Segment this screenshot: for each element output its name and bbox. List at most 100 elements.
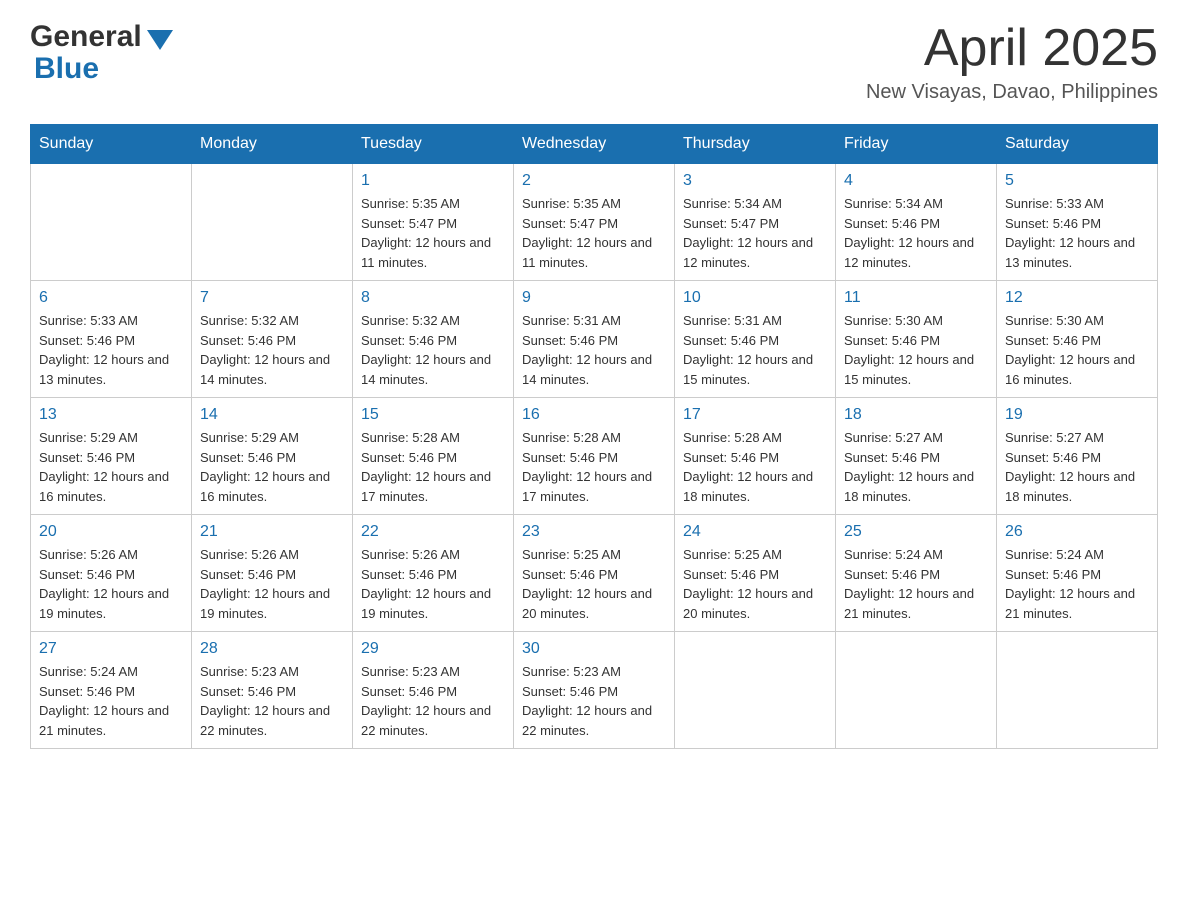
day-info: Sunrise: 5:24 AMSunset: 5:46 PMDaylight:… <box>1005 545 1149 623</box>
day-number: 7 <box>200 289 344 307</box>
day-number: 16 <box>522 406 666 424</box>
day-number: 20 <box>39 523 183 541</box>
calendar-cell: 15 Sunrise: 5:28 AMSunset: 5:46 PMDayligh… <box>353 398 514 515</box>
day-number: 27 <box>39 640 183 658</box>
day-info: Sunrise: 5:28 AMSunset: 5:46 PMDaylight:… <box>522 428 666 506</box>
day-info: Sunrise: 5:35 AMSunset: 5:47 PMDaylight:… <box>522 194 666 272</box>
day-number: 11 <box>844 289 988 307</box>
day-info: Sunrise: 5:34 AMSunset: 5:46 PMDaylight:… <box>844 194 988 272</box>
calendar-cell: 16 Sunrise: 5:28 AMSunset: 5:46 PMDayligh… <box>514 398 675 515</box>
calendar-cell: 20 Sunrise: 5:26 AMSunset: 5:46 PMDayligh… <box>31 515 192 632</box>
header-friday: Friday <box>836 125 997 164</box>
calendar-cell: 24 Sunrise: 5:25 AMSunset: 5:46 PMDayligh… <box>675 515 836 632</box>
calendar-cell: 17 Sunrise: 5:28 AMSunset: 5:46 PMDayligh… <box>675 398 836 515</box>
calendar-cell: 18 Sunrise: 5:27 AMSunset: 5:46 PMDayligh… <box>836 398 997 515</box>
calendar-cell: 10 Sunrise: 5:31 AMSunset: 5:46 PMDayligh… <box>675 281 836 398</box>
header-monday: Monday <box>192 125 353 164</box>
calendar-cell: 7 Sunrise: 5:32 AMSunset: 5:46 PMDaylight… <box>192 281 353 398</box>
day-number: 21 <box>200 523 344 541</box>
calendar-cell <box>997 632 1158 749</box>
day-number: 23 <box>522 523 666 541</box>
day-info: Sunrise: 5:23 AMSunset: 5:46 PMDaylight:… <box>361 662 505 740</box>
calendar-cell: 26Sunrise: 5:24 AMSunset: 5:46 PMDayligh… <box>997 515 1158 632</box>
day-number: 2 <box>522 172 666 190</box>
logo-triangle <box>147 30 173 50</box>
day-number: 30 <box>522 640 666 658</box>
day-number: 18 <box>844 406 988 424</box>
logo-blue-line: Blue <box>34 52 99 86</box>
day-info: Sunrise: 5:27 AMSunset: 5:46 PMDaylight:… <box>844 428 988 506</box>
calendar-cell: 13Sunrise: 5:29 AMSunset: 5:46 PMDayligh… <box>31 398 192 515</box>
header-wednesday: Wednesday <box>514 125 675 164</box>
logo-general-text: General <box>30 20 142 54</box>
title-section: April 2025 New Visayas, Davao, Philippin… <box>866 20 1158 104</box>
day-number: 22 <box>361 523 505 541</box>
calendar-cell: 29 Sunrise: 5:23 AMSunset: 5:46 PMDayligh… <box>353 632 514 749</box>
day-number: 3 <box>683 172 827 190</box>
day-info: Sunrise: 5:28 AMSunset: 5:46 PMDaylight:… <box>361 428 505 506</box>
day-info: Sunrise: 5:26 AMSunset: 5:46 PMDaylight:… <box>39 545 183 623</box>
day-number: 9 <box>522 289 666 307</box>
week-row-4: 20 Sunrise: 5:26 AMSunset: 5:46 PMDayligh… <box>31 515 1158 632</box>
header-thursday: Thursday <box>675 125 836 164</box>
week-row-5: 27 Sunrise: 5:24 AMSunset: 5:46 PMDayligh… <box>31 632 1158 749</box>
calendar-cell <box>192 164 353 281</box>
calendar-cell: 22 Sunrise: 5:26 AMSunset: 5:46 PMDayligh… <box>353 515 514 632</box>
day-number: 25 <box>844 523 988 541</box>
day-info: Sunrise: 5:29 AMSunset: 5:46 PMDaylight:… <box>200 428 344 506</box>
day-info: Sunrise: 5:25 AMSunset: 5:46 PMDaylight:… <box>683 545 827 623</box>
day-number: 29 <box>361 640 505 658</box>
header-sunday: Sunday <box>31 125 192 164</box>
header-tuesday: Tuesday <box>353 125 514 164</box>
header-saturday: Saturday <box>997 125 1158 164</box>
day-number: 12 <box>1005 289 1149 307</box>
day-info: Sunrise: 5:31 AMSunset: 5:46 PMDaylight:… <box>683 311 827 389</box>
day-info: Sunrise: 5:26 AMSunset: 5:46 PMDaylight:… <box>200 545 344 623</box>
calendar-cell: 3 Sunrise: 5:34 AMSunset: 5:47 PMDaylight… <box>675 164 836 281</box>
day-info: Sunrise: 5:35 AMSunset: 5:47 PMDaylight:… <box>361 194 505 272</box>
page-header: General Blue April 2025 New Visayas, Dav… <box>30 20 1158 104</box>
day-info: Sunrise: 5:28 AMSunset: 5:46 PMDaylight:… <box>683 428 827 506</box>
day-info: Sunrise: 5:32 AMSunset: 5:46 PMDaylight:… <box>200 311 344 389</box>
calendar-cell: 21 Sunrise: 5:26 AMSunset: 5:46 PMDayligh… <box>192 515 353 632</box>
calendar-cell <box>31 164 192 281</box>
day-info: Sunrise: 5:30 AMSunset: 5:46 PMDaylight:… <box>1005 311 1149 389</box>
day-info: Sunrise: 5:33 AMSunset: 5:46 PMDaylight:… <box>1005 194 1149 272</box>
calendar-cell: 14 Sunrise: 5:29 AMSunset: 5:46 PMDayligh… <box>192 398 353 515</box>
calendar-cell: 6Sunrise: 5:33 AMSunset: 5:46 PMDaylight… <box>31 281 192 398</box>
day-info: Sunrise: 5:25 AMSunset: 5:46 PMDaylight:… <box>522 545 666 623</box>
calendar-cell: 30 Sunrise: 5:23 AMSunset: 5:46 PMDayligh… <box>514 632 675 749</box>
day-number: 28 <box>200 640 344 658</box>
day-number: 14 <box>200 406 344 424</box>
calendar-cell: 8Sunrise: 5:32 AMSunset: 5:46 PMDaylight… <box>353 281 514 398</box>
day-info: Sunrise: 5:32 AMSunset: 5:46 PMDaylight:… <box>361 311 505 389</box>
day-info: Sunrise: 5:24 AMSunset: 5:46 PMDaylight:… <box>844 545 988 623</box>
week-row-1: 1Sunrise: 5:35 AMSunset: 5:47 PMDaylight… <box>31 164 1158 281</box>
day-info: Sunrise: 5:26 AMSunset: 5:46 PMDaylight:… <box>361 545 505 623</box>
calendar-cell: 28 Sunrise: 5:23 AMSunset: 5:46 PMDayligh… <box>192 632 353 749</box>
calendar-cell: 1Sunrise: 5:35 AMSunset: 5:47 PMDaylight… <box>353 164 514 281</box>
day-info: Sunrise: 5:34 AMSunset: 5:47 PMDaylight:… <box>683 194 827 272</box>
calendar-cell: 25 Sunrise: 5:24 AMSunset: 5:46 PMDayligh… <box>836 515 997 632</box>
logo-blue-text: Blue <box>34 52 99 85</box>
calendar-cell: 5Sunrise: 5:33 AMSunset: 5:46 PMDaylight… <box>997 164 1158 281</box>
page-title: April 2025 <box>866 20 1158 77</box>
week-row-3: 13 Sunrise: 5:29 AMSunset: 5:46 PMDayligh… <box>31 398 1158 515</box>
day-number: 17 <box>683 406 827 424</box>
day-info: Sunrise: 5:23 AMSunset: 5:46 PMDaylight:… <box>522 662 666 740</box>
calendar-cell: 12 Sunrise: 5:30 AMSunset: 5:46 PMDayligh… <box>997 281 1158 398</box>
calendar-cell: 9 Sunrise: 5:31 AMSunset: 5:46 PMDaylight… <box>514 281 675 398</box>
day-number: 24 <box>683 523 827 541</box>
day-info: Sunrise: 5:24 AMSunset: 5:46 PMDaylight:… <box>39 662 183 740</box>
page-subtitle: New Visayas, Davao, Philippines <box>866 81 1158 104</box>
day-number: 13 <box>39 406 183 424</box>
day-info: Sunrise: 5:31 AMSunset: 5:46 PMDaylight:… <box>522 311 666 389</box>
calendar-table: SundayMondayTuesdayWednesdayThursdayFrid… <box>30 124 1158 749</box>
calendar-cell: 23 Sunrise: 5:25 AMSunset: 5:46 PMDayligh… <box>514 515 675 632</box>
day-info: Sunrise: 5:27 AMSunset: 5:46 PMDaylight:… <box>1005 428 1149 506</box>
day-info: Sunrise: 5:23 AMSunset: 5:46 PMDaylight:… <box>200 662 344 740</box>
day-number: 4 <box>844 172 988 190</box>
day-number: 19 <box>1005 406 1149 424</box>
day-number: 15 <box>361 406 505 424</box>
day-number: 10 <box>683 289 827 307</box>
